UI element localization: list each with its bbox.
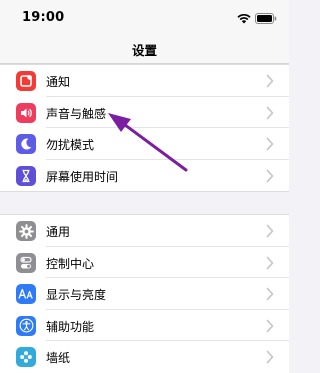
- page-title: 设置: [131, 43, 157, 58]
- settings-row-label: 通用: [46, 225, 71, 239]
- chevron-right-icon: [266, 287, 274, 301]
- chevron-right-icon: [266, 319, 274, 332]
- hourglass-icon: [16, 165, 36, 186]
- settings-row-display-brightness[interactable]: 显示与亮度: [0, 278, 289, 310]
- status-bar: 19:00: [0, 0, 289, 30]
- settings-row-label: 控制中心: [46, 256, 95, 271]
- settings-row-screen-time[interactable]: 屏幕使用时间: [0, 160, 289, 192]
- settings-row-label: 勿扰模式: [46, 138, 95, 152]
- settings-row-label: 声音与触感: [46, 106, 107, 121]
- status-time: 19:00: [22, 10, 65, 25]
- accessibility-icon: [16, 315, 36, 336]
- settings-row-label: 屏幕使用时间: [46, 169, 119, 184]
- settings-row-label: 墙纸: [46, 351, 71, 365]
- chevron-right-icon: [266, 169, 274, 182]
- settings-group-1: 通知 声音与触感 勿扰模式 屏幕使用时间: [0, 64, 289, 192]
- settings-row-label: 通知: [46, 75, 71, 89]
- settings-row-do-not-disturb[interactable]: 勿扰模式: [0, 128, 289, 160]
- chevron-right-icon: [266, 137, 274, 151]
- chevron-right-icon: [266, 74, 274, 88]
- gear-icon: [16, 221, 36, 241]
- wifi-icon: [237, 13, 251, 23]
- sound-icon: [16, 102, 36, 123]
- moon-icon: [16, 134, 36, 154]
- settings-row-label: 显示与亮度: [46, 288, 107, 302]
- settings-row-accessibility[interactable]: 辅助功能: [0, 310, 289, 341]
- chevron-right-icon: [266, 224, 274, 238]
- display-aa-icon: [16, 284, 36, 304]
- wallpaper-icon: [16, 347, 36, 367]
- settings-row-control-center[interactable]: 控制中心: [0, 247, 289, 278]
- settings-group-2: 通用 控制中心 显示与亮度 辅助功能 墙纸: [0, 214, 289, 373]
- toggles-icon: [16, 252, 36, 273]
- settings-row-general[interactable]: 通用: [0, 215, 289, 247]
- battery-icon: [255, 12, 277, 24]
- settings-row-label: 辅助功能: [46, 319, 95, 334]
- notifications-icon: [16, 71, 36, 91]
- nav-bar: 设置: [0, 30, 289, 64]
- chevron-right-icon: [266, 106, 274, 119]
- settings-row-wallpaper[interactable]: 墙纸: [0, 341, 289, 373]
- settings-row-notifications[interactable]: 通知: [0, 65, 289, 97]
- settings-row-sounds[interactable]: 声音与触感: [0, 97, 289, 128]
- chevron-right-icon: [266, 256, 274, 269]
- chevron-right-icon: [266, 350, 274, 364]
- status-icons: [237, 12, 277, 24]
